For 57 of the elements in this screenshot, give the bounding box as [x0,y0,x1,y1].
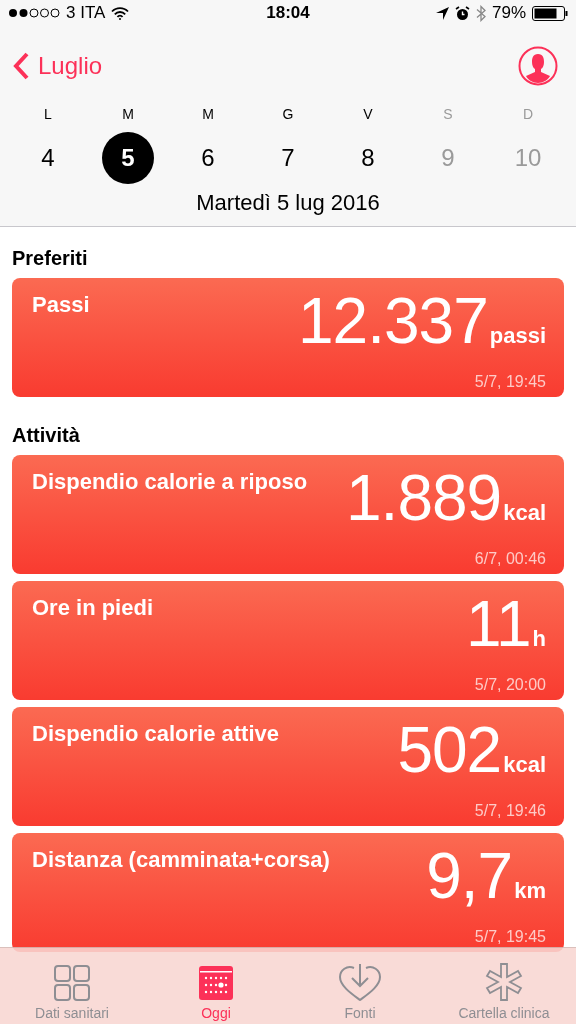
section-title: Attività [12,424,80,446]
metric-card[interactable]: Ore in piedi 11 h 5/7, 20:00 [12,581,564,700]
chevron-left-icon [12,51,30,81]
calendar-icon [198,965,234,1001]
weekday-letter: D [522,106,534,122]
metric-title: Ore in piedi [32,594,155,622]
heart-download-icon [339,963,381,1001]
weekday-letter: V [363,106,373,122]
metric-value: 11 [466,589,531,659]
metric-title: Dispendio calorie a riposo [32,468,309,496]
battery-percentage: 79% [492,3,526,23]
day-number[interactable]: 7 [262,132,314,184]
grid-icon [54,965,90,1001]
location-arrow-icon [436,6,449,20]
metric-title: Dispendio calorie attive [32,720,280,748]
metric-title: Passi [32,291,91,319]
back-link[interactable]: Luglio [12,51,103,81]
day-number[interactable]: 8 [342,132,394,184]
metric-value: 502 [397,715,502,785]
profile-icon[interactable] [518,46,558,86]
alarm-clock-icon [455,5,470,21]
weekday-letter: M [202,106,214,122]
metric-unit: h [532,626,546,652]
metric-unit: kcal [503,500,546,526]
weekday-letter: L [44,106,52,122]
metric-title: Distanza (camminata+corsa) [32,846,331,874]
weekday-letter: M [122,106,134,122]
day-number[interactable]: 4 [22,132,74,184]
metric-unit: kcal [503,752,546,778]
carrier-name: 3 ITA [66,3,106,23]
metric-unit: km [514,878,546,904]
metric-unit: passi [489,323,546,349]
metric-time: 5/7, 20:00 [474,676,546,694]
day-number[interactable]: 5 [102,132,154,184]
metric-time: 6/7, 00:46 [474,550,546,568]
weekday-letter: G [282,106,294,122]
metric-card[interactable]: Dispendio calorie attive 502 kcal 5/7, 19:46 [12,707,564,826]
signal-icon [8,8,60,18]
status-time: 18:04 [266,3,310,22]
metric-value: 12.337 [298,286,488,356]
section-title: Preferiti [12,247,88,269]
metric-time: 5/7, 19:46 [474,802,546,820]
wifi-icon [111,6,130,20]
metric-time: 5/7, 19:45 [474,928,546,946]
metric-time: 5/7, 19:45 [474,373,546,391]
metric-card[interactable]: Dispendio calorie a riposo 1.889 kcal 6/7, 00:46 [12,455,564,574]
metric-card[interactable]: Passi 12.337 passi 5/7, 19:45 [12,278,564,397]
asterisk-icon [485,963,523,1001]
selected-date: Martedì 5 lug 2016 [196,190,380,215]
battery-icon [532,5,568,21]
metric-value: 9,7 [426,841,513,911]
day-number[interactable]: 6 [182,132,234,184]
day-number[interactable]: 9 [422,132,474,184]
metric-value: 1.889 [346,463,502,533]
bluetooth-icon [476,4,486,22]
day-number[interactable]: 10 [502,132,554,184]
weekday-letter: S [443,106,453,122]
